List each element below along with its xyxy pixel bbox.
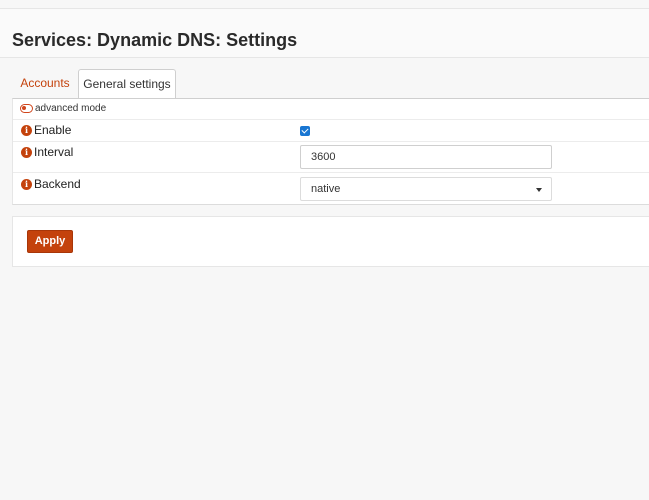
advanced-mode-label[interactable]: advanced mode	[35, 103, 106, 114]
backend-select[interactable]: native	[300, 177, 552, 201]
enable-label: Enable	[34, 123, 72, 137]
tab-general-settings[interactable]: General settings	[78, 69, 176, 99]
info-icon[interactable]: i	[21, 147, 32, 158]
settings-panel: advanced mode i Enable i Interval 3600 i…	[12, 98, 649, 205]
page-header: Services: Dynamic DNS: Settings	[0, 9, 649, 58]
enable-row: i Enable	[13, 120, 649, 142]
backend-label: Backend	[34, 177, 81, 191]
toggle-off-icon[interactable]	[20, 104, 33, 113]
advanced-mode-row[interactable]: advanced mode	[13, 99, 649, 120]
info-icon[interactable]: i	[21, 125, 32, 136]
interval-label: Interval	[34, 145, 74, 159]
interval-input[interactable]: 3600	[300, 145, 552, 169]
enable-checkbox[interactable]	[300, 126, 310, 136]
actions-panel: Apply	[12, 216, 649, 267]
tab-accounts[interactable]: Accounts	[12, 69, 78, 99]
apply-button[interactable]: Apply	[27, 230, 73, 253]
info-icon[interactable]: i	[21, 179, 32, 190]
interval-row: i Interval 3600	[13, 142, 649, 173]
chevron-down-icon	[536, 188, 542, 192]
backend-selected-value: native	[311, 183, 341, 195]
backend-row: i Backend native	[13, 173, 649, 205]
page-title: Services: Dynamic DNS: Settings	[12, 30, 298, 50]
